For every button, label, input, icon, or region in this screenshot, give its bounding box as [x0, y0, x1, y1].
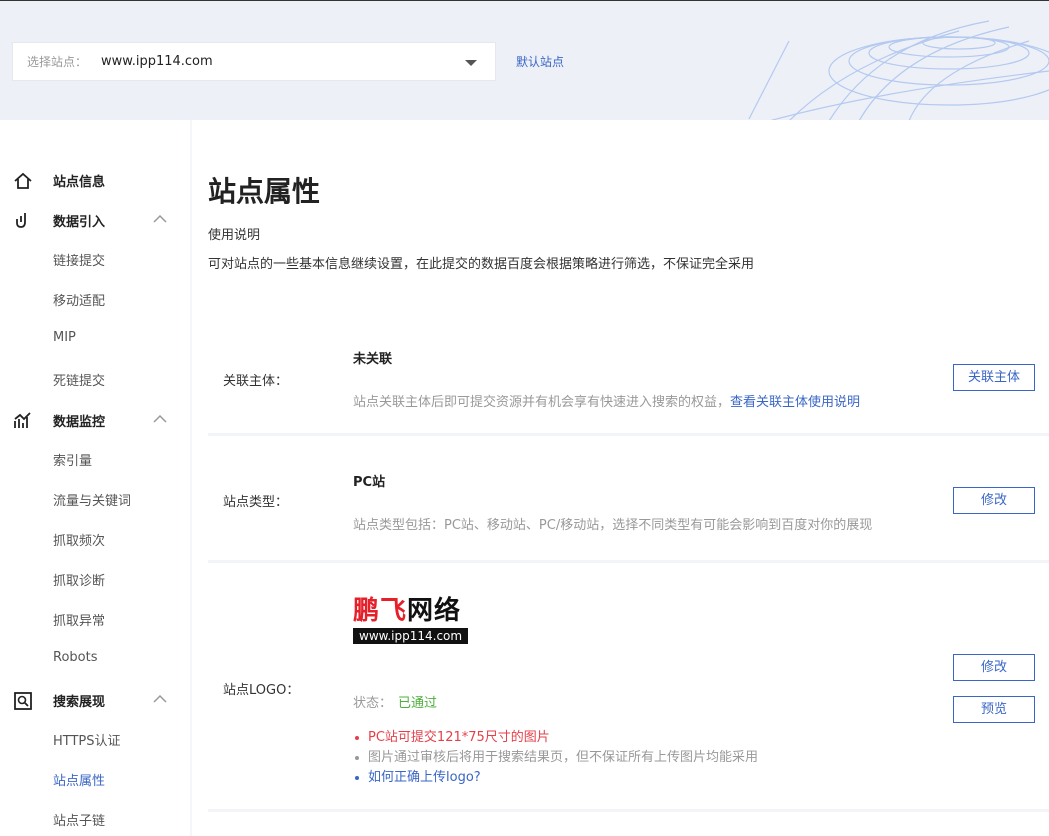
sidebar-group-label: 数据引入 — [53, 214, 106, 230]
sidebar-item-label: Robots — [53, 650, 98, 665]
site-select-label: 选择站点： — [27, 55, 88, 69]
sidebar-item-crawl-diagnosis[interactable]: 抓取诊断 — [0, 560, 190, 600]
sidebar-item-traffic-keywords[interactable]: 流量与关键词 — [0, 480, 190, 520]
site-type-description: 站点类型包括：PC站、移动站、PC/移动站，选择不同类型有可能会影响到百度对你的… — [353, 518, 873, 533]
site-logo-row: 站点LOGO： 鹏飞网络 www.ipp114.com 状态： 已通过 PC站可提… — [208, 566, 1049, 812]
subject-help-link[interactable]: 查看关联主体使用说明 — [730, 395, 860, 410]
sidebar-item-label: 死链提交 — [53, 374, 106, 389]
site-type-row: 站点类型： PC站 站点类型包括：PC站、移动站、PC/移动站，选择不同类型有可… — [208, 439, 1049, 563]
logo-status-value: 已通过 — [398, 696, 438, 711]
subject-label: 关联主体： — [223, 374, 289, 389]
sidebar-item-label: 站点属性 — [53, 774, 106, 789]
logo-upload-help-link[interactable]: 如何正确上传logo? — [353, 768, 758, 788]
logo-note-review: 图片通过审核后将用于搜索结果页，但不保证所有上传图片均能采用 — [353, 748, 758, 768]
logo-notes-list: PC站可提交121*75尺寸的图片 图片通过审核后将用于搜索结果页，但不保证所有… — [353, 728, 758, 788]
globe-decoration-icon — [748, 20, 1049, 120]
site-logo-image: 鹏飞网络 www.ipp114.com — [353, 596, 471, 650]
logo-text-black: 网络 — [407, 596, 462, 626]
chevron-up-icon[interactable] — [152, 214, 168, 224]
sidebar-item-label: 站点信息 — [53, 174, 106, 190]
default-site-link[interactable]: 默认站点 — [516, 53, 564, 70]
sidebar-item-site-properties[interactable]: 站点属性 — [0, 760, 190, 800]
link-subject-button[interactable]: 关联主体 — [953, 364, 1035, 391]
sidebar-item-robots[interactable]: Robots — [0, 640, 190, 680]
site-type-label: 站点类型： — [223, 495, 289, 510]
sidebar-group-data-monitor[interactable]: 数据监控 — [0, 400, 190, 440]
sidebar-item-site-info[interactable]: 站点信息 — [0, 160, 190, 200]
subject-value: 未关联 — [353, 352, 393, 367]
edit-logo-button[interactable]: 修改 — [953, 654, 1035, 681]
sidebar-item-label: 抓取异常 — [53, 614, 106, 629]
sidebar-item-link-submit[interactable]: 链接提交 — [0, 240, 190, 280]
sidebar-group-label: 数据监控 — [53, 414, 106, 430]
usage-title: 使用说明 — [208, 228, 261, 243]
link-hook-icon — [16, 213, 26, 228]
chevron-up-icon[interactable] — [152, 694, 168, 704]
sidebar-item-crawl-frequency[interactable]: 抓取频次 — [0, 520, 190, 560]
sidebar-item-label: 站点子链 — [53, 814, 106, 829]
subject-description-text: 站点关联主体后即可提交资源并有机会享有快速进入搜索的权益， — [353, 395, 731, 410]
sidebar-item-dead-link[interactable]: 死链提交 — [0, 360, 190, 400]
sidebar-item-label: 抓取频次 — [53, 534, 106, 549]
sidebar-item-index-volume[interactable]: 索引量 — [0, 440, 190, 480]
sidebar-item-crawl-errors[interactable]: 抓取异常 — [0, 600, 190, 640]
sidebar-item-mobile-adapt[interactable]: 移动适配 — [0, 280, 190, 320]
sidebar-item-site-sublinks[interactable]: 站点子链 — [0, 800, 190, 836]
subject-row: 关联主体： 未关联 站点关联主体后即可提交资源并有机会享有快速进入搜索的权益，查… — [208, 316, 1049, 436]
search-display-icon — [14, 692, 32, 710]
site-type-value: PC站 — [353, 475, 386, 490]
chevron-up-icon[interactable] — [152, 414, 168, 424]
sidebar-item-label: 索引量 — [53, 454, 93, 469]
subject-description: 站点关联主体后即可提交资源并有机会享有快速进入搜索的权益，查看关联主体使用说明 — [353, 391, 860, 410]
sidebar-item-label: 流量与关键词 — [53, 494, 132, 509]
page-title: 站点属性 — [208, 175, 321, 208]
logo-url-text: www.ipp114.com — [353, 628, 469, 644]
sidebar-item-label: 抓取诊断 — [53, 574, 106, 589]
logo-wordmark: 鹏飞网络 — [353, 596, 471, 626]
site-logo-label: 站点LOGO： — [223, 683, 300, 698]
sidebar-item-label: 移动适配 — [53, 294, 106, 309]
logo-text-red: 鹏飞 — [353, 596, 408, 626]
logo-status: 状态： 已通过 — [353, 692, 437, 711]
sidebar-item-label: 链接提交 — [53, 254, 106, 269]
logo-note-size: PC站可提交121*75尺寸的图片 — [353, 728, 758, 748]
home-icon — [14, 172, 32, 189]
header-bar: 选择站点： www.ipp114.com 默认站点 — [0, 0, 1049, 120]
sidebar-group-search-display[interactable]: 搜索展现 — [0, 680, 190, 720]
usage-description: 可对站点的一些基本信息继续设置，在此提交的数据百度会根据策略进行筛选，不保证完全… — [208, 257, 755, 272]
preview-logo-button[interactable]: 预览 — [953, 696, 1035, 723]
logo-status-label: 状态： — [353, 696, 393, 711]
sidebar-item-label: HTTPS认证 — [53, 734, 121, 749]
edit-site-type-button[interactable]: 修改 — [953, 487, 1035, 514]
sidebar: 站点信息 数据引入 链接提交 移动适配 MIP 死链提交 数据监控 索引量 流量… — [0, 120, 190, 836]
sidebar-group-label: 搜索展现 — [53, 694, 106, 710]
sidebar-group-data-import[interactable]: 数据引入 — [0, 200, 190, 240]
site-select-dropdown[interactable]: 选择站点： www.ipp114.com — [12, 42, 496, 81]
sidebar-item-https[interactable]: HTTPS认证 — [0, 720, 190, 760]
caret-down-icon[interactable] — [465, 60, 477, 66]
line-chart-icon — [14, 412, 31, 428]
sidebar-item-mip[interactable]: MIP — [0, 320, 190, 360]
main-content: 站点属性 使用说明 可对站点的一些基本信息继续设置，在此提交的数据百度会根据策略… — [192, 120, 1049, 836]
site-select-value: www.ipp114.com — [101, 54, 213, 69]
sidebar-item-label: MIP — [53, 330, 76, 345]
